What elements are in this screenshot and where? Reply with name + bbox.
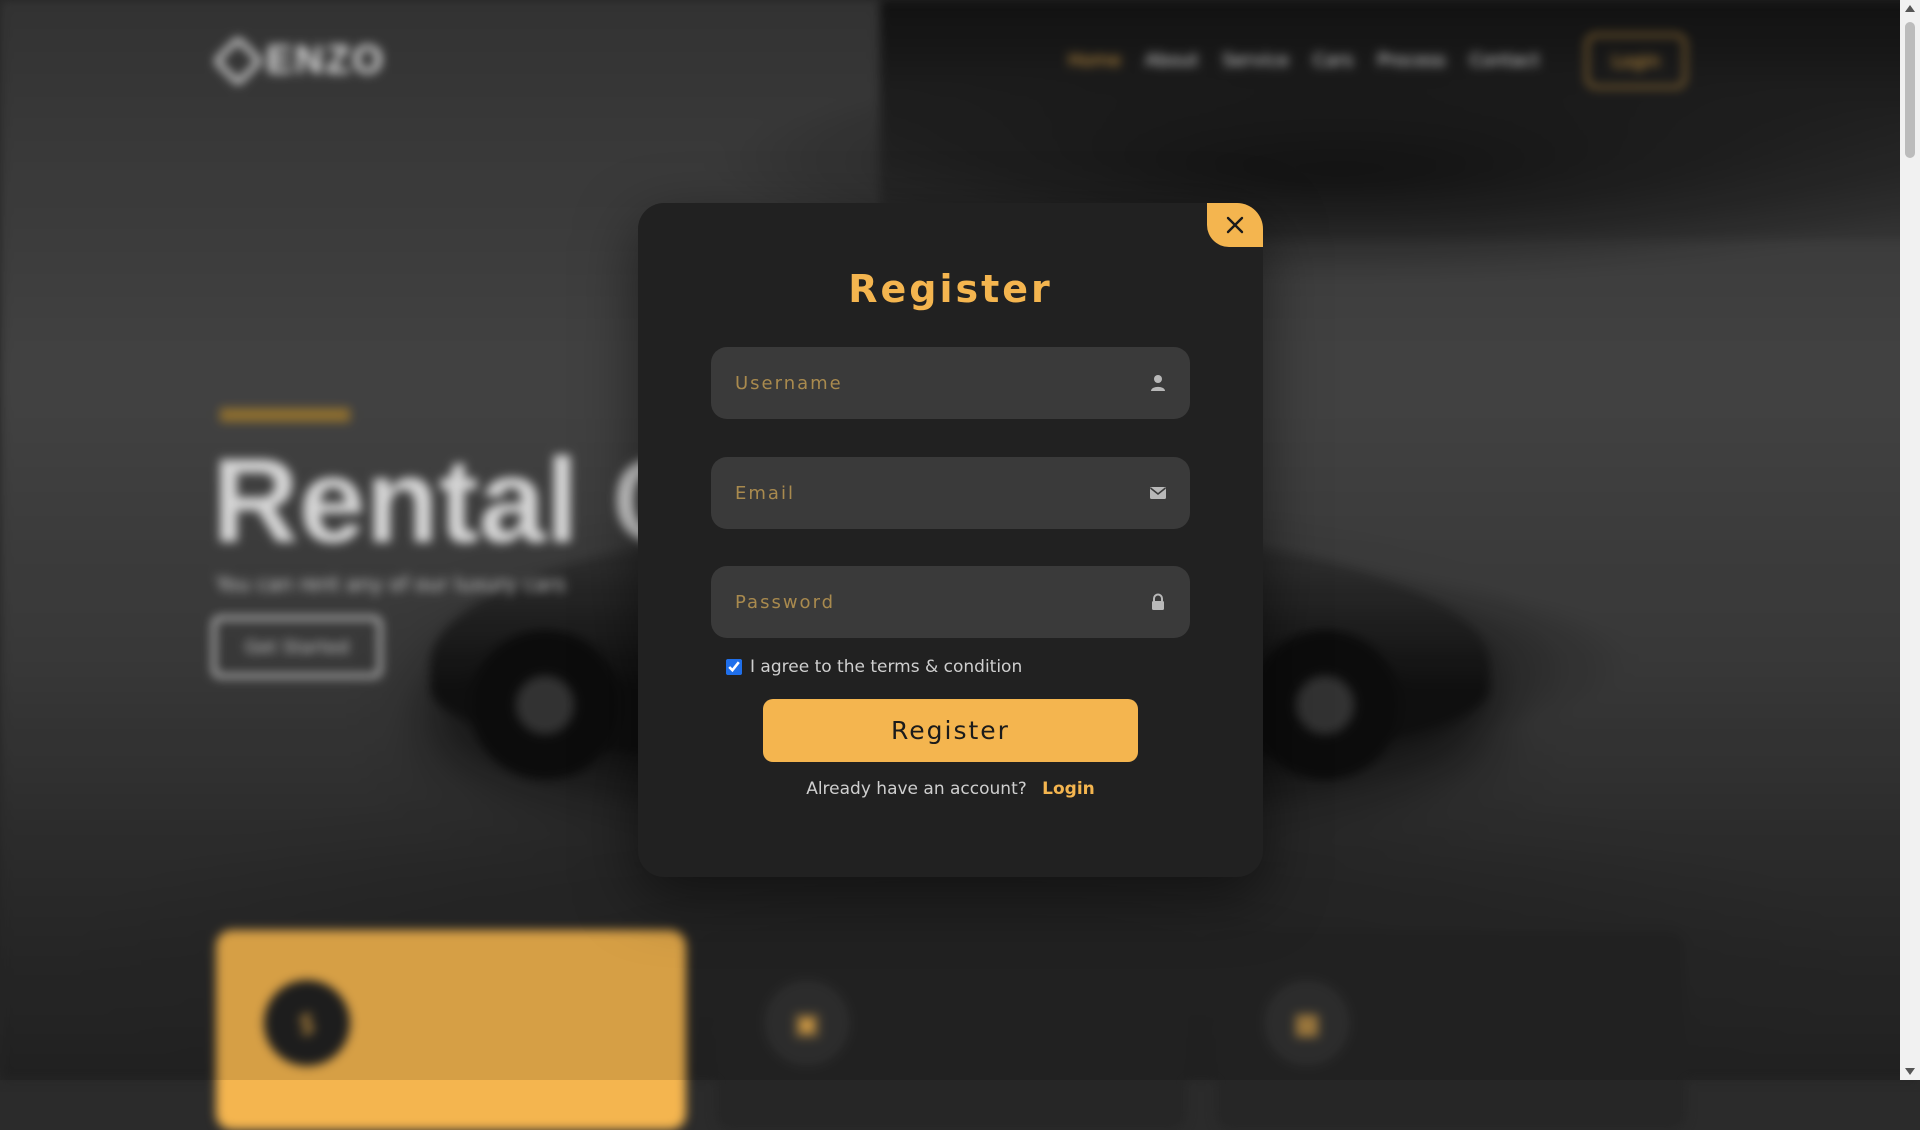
- scrollbar-thumb[interactable]: [1905, 22, 1915, 158]
- login-prompt: Already have an account? Login: [638, 779, 1263, 799]
- username-field: [711, 347, 1190, 419]
- scroll-down-arrow-icon[interactable]: [1905, 1068, 1915, 1075]
- scroll-up-arrow-icon[interactable]: [1905, 5, 1915, 12]
- password-field: [711, 566, 1190, 638]
- close-button[interactable]: [1207, 203, 1263, 247]
- register-modal: Register I agree to the terms & conditio…: [638, 203, 1263, 877]
- page-scrollbar[interactable]: [1900, 0, 1920, 1080]
- lock-icon: [1152, 593, 1164, 610]
- terms-label: I agree to the terms & condition: [750, 657, 1023, 677]
- email-input[interactable]: [711, 457, 1190, 529]
- terms-row: I agree to the terms & condition: [726, 657, 1022, 677]
- envelope-icon: [1150, 487, 1166, 499]
- register-button[interactable]: Register: [763, 699, 1138, 762]
- have-account-text: Already have an account?: [806, 779, 1027, 799]
- password-input[interactable]: [711, 566, 1190, 638]
- login-link[interactable]: Login: [1042, 779, 1095, 799]
- username-input[interactable]: [711, 347, 1190, 419]
- close-icon: [1226, 216, 1244, 234]
- user-icon: [1151, 375, 1165, 391]
- terms-checkbox[interactable]: [726, 659, 742, 675]
- modal-title: Register: [848, 267, 1053, 311]
- email-field: [711, 457, 1190, 529]
